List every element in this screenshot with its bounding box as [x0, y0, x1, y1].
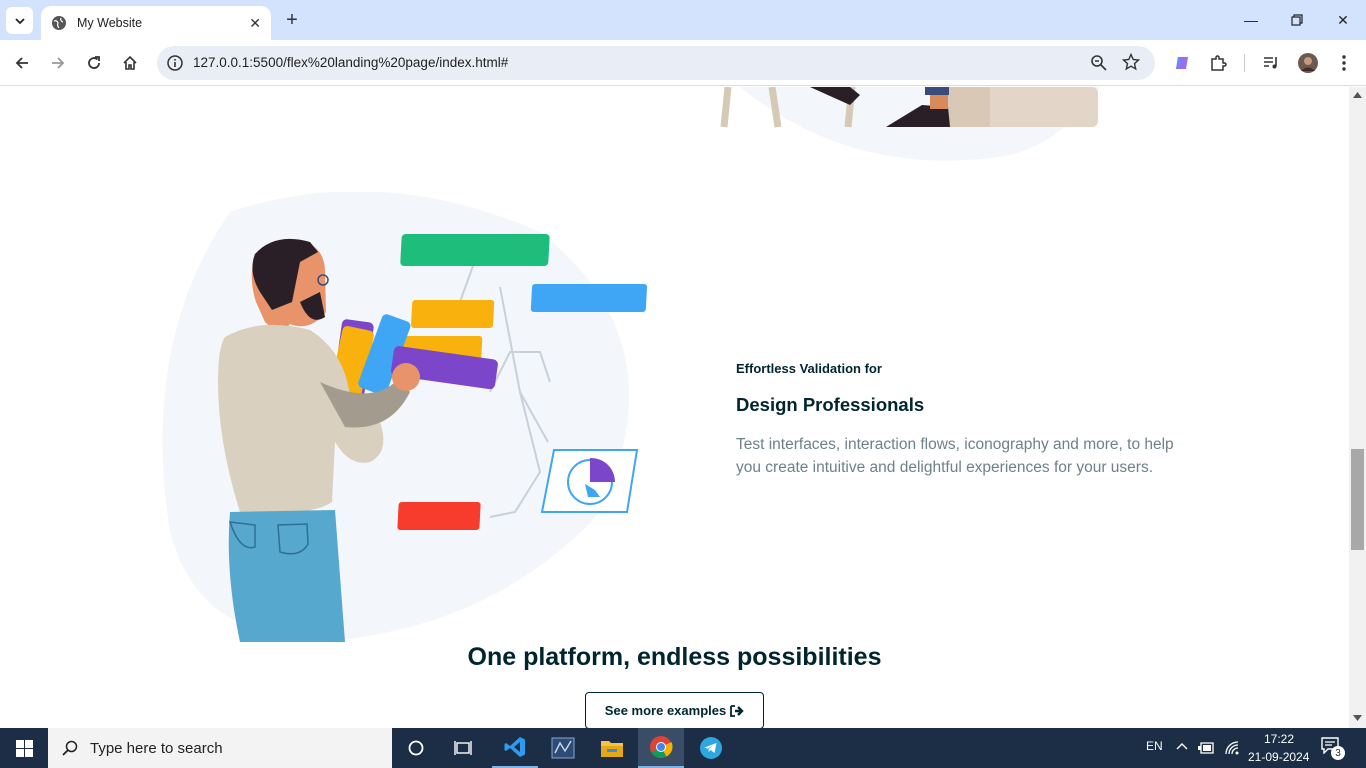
clock-time[interactable]: 17:22	[1264, 732, 1294, 746]
kebab-menu-icon	[1342, 55, 1346, 71]
new-tab-button[interactable]: +	[281, 9, 303, 31]
telegram-icon	[700, 737, 722, 759]
profile-avatar[interactable]	[1295, 50, 1321, 76]
see-more-label: See more examples	[604, 703, 727, 718]
features-title: Design Professionals	[736, 394, 925, 415]
clock-date[interactable]: 21-09-2024	[1248, 750, 1309, 764]
features-subtitle: Effortless Validation for	[736, 361, 882, 376]
tab-search-button[interactable]	[6, 7, 33, 34]
scroll-up-arrow-icon[interactable]	[1353, 91, 1362, 98]
media-control-button[interactable]	[1258, 50, 1284, 76]
windows-taskbar: Type here to search EN 17:22 21-09-2024 …	[0, 728, 1366, 768]
home-button[interactable]	[117, 50, 143, 76]
task-view-button[interactable]	[440, 728, 486, 768]
previous-illustration	[720, 87, 1100, 161]
platform-heading: One platform, endless possibilities	[467, 643, 882, 671]
url-text[interactable]: 127.0.0.1:5500/flex%20landing%20page/ind…	[193, 55, 508, 70]
taskbar-search-placeholder: Type here to search	[90, 739, 223, 757]
arrow-left-icon	[15, 57, 28, 69]
task-view-icon	[454, 741, 472, 755]
git-client-icon	[551, 737, 575, 759]
page-scrollbar[interactable]	[1349, 87, 1366, 728]
extension-gem-button[interactable]	[1169, 50, 1195, 76]
music-queue-icon	[1264, 57, 1277, 69]
tab-close-icon[interactable]: ✕	[249, 15, 261, 32]
reload-button[interactable]	[81, 50, 107, 76]
forward-button[interactable]	[45, 50, 71, 76]
notification-count-badge: 3	[1331, 746, 1345, 760]
chevron-down-icon	[14, 17, 25, 24]
tab-title: My Website	[77, 16, 143, 30]
taskbar-search-box[interactable]: Type here to search	[48, 728, 392, 768]
chevron-up-icon[interactable]	[1176, 742, 1188, 750]
home-icon	[123, 55, 137, 70]
taskbar-git-gui[interactable]	[540, 728, 586, 768]
page-viewport: Effortless Validation for Design Profess…	[0, 87, 1349, 728]
gem-icon	[1176, 57, 1188, 69]
browser-tab[interactable]: My Website ✕	[41, 6, 271, 40]
vscode-icon	[504, 737, 525, 757]
search-icon	[62, 740, 78, 756]
language-indicator[interactable]: EN	[1146, 739, 1163, 753]
minimize-button[interactable]: —	[1228, 0, 1274, 40]
taskbar-telegram[interactable]	[688, 728, 734, 768]
browser-toolbar: 127.0.0.1:5500/flex%20landing%20page/ind…	[0, 40, 1366, 86]
arrow-right-icon	[52, 57, 65, 69]
notification-center-button[interactable]: 3	[1320, 736, 1348, 760]
restore-button[interactable]	[1274, 0, 1320, 40]
taskbar-vscode[interactable]	[492, 728, 538, 768]
scroll-down-arrow-icon[interactable]	[1353, 715, 1362, 722]
cortana-button[interactable]	[393, 728, 439, 768]
zoom-icon[interactable]	[1090, 54, 1108, 72]
reload-icon	[88, 56, 100, 69]
avatar-icon	[1298, 53, 1318, 73]
start-button[interactable]	[0, 728, 48, 768]
info-icon[interactable]	[165, 53, 185, 73]
folder-icon	[601, 741, 623, 757]
features-description: Test interfaces, interaction flows, icon…	[736, 436, 1174, 476]
chrome-menu-button[interactable]	[1331, 50, 1357, 76]
toolbar-divider	[1244, 54, 1245, 72]
browser-tabbar: My Website ✕ + — ✕	[0, 0, 1366, 40]
globe-icon	[52, 16, 66, 30]
close-window-button[interactable]: ✕	[1320, 0, 1366, 40]
scrollbar-thumb[interactable]	[1351, 449, 1364, 550]
restore-icon	[1291, 14, 1303, 26]
battery-icon[interactable]	[1198, 741, 1216, 755]
windows-logo-icon	[15, 739, 33, 757]
bookmark-star-icon[interactable]	[1122, 53, 1140, 71]
extensions-button[interactable]	[1205, 50, 1231, 76]
back-button[interactable]	[9, 50, 35, 76]
puzzle-icon	[1211, 55, 1227, 71]
chrome-icon	[650, 736, 673, 758]
wifi-icon[interactable]	[1224, 740, 1240, 756]
address-bar[interactable]: 127.0.0.1:5500/flex%20landing%20page/ind…	[157, 46, 1155, 80]
taskbar-file-explorer[interactable]	[589, 728, 635, 768]
design-professional-illustration	[162, 192, 648, 642]
cortana-circle-icon	[408, 740, 424, 756]
sign-out-arrow-icon	[730, 704, 744, 717]
taskbar-chrome[interactable]	[638, 728, 684, 768]
see-more-examples-button[interactable]: See more examples	[585, 692, 764, 728]
